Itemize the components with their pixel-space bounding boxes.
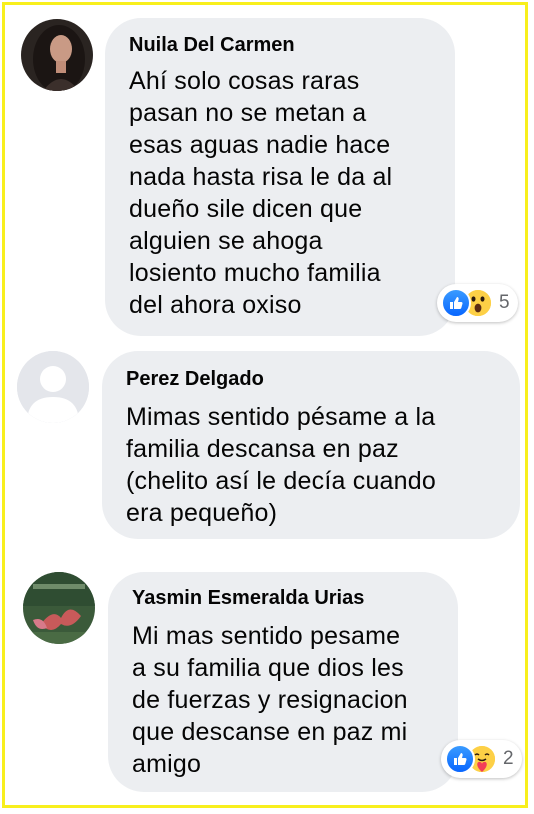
comment-bubble: Nuila Del Carmen Ahí solo cosas raras pa… [105,18,455,336]
reaction-summary[interactable]: 5 [437,284,518,322]
avatar[interactable] [23,572,95,644]
comment-text: Mi mas sentido pesame a su familia que d… [132,622,408,778]
like-icon [441,288,471,318]
screenshot-frame: Nuila Del Carmen Ahí solo cosas raras pa… [2,2,528,808]
avatar[interactable] [17,351,89,423]
comment-author[interactable]: Nuila Del Carmen [129,34,431,57]
avatar[interactable] [21,19,93,91]
reaction-count: 2 [503,748,514,769]
user-photo-woman-icon [21,19,93,91]
like-icon [445,744,475,774]
comment-text: Mimas sentido pésame a la familia descan… [126,403,436,527]
comment-text: Ahí solo cosas raras pasan no se metan a… [129,67,393,319]
reaction-summary[interactable]: 2 [441,740,522,778]
default-user-icon [17,351,89,423]
comment-author[interactable]: Yasmin Esmeralda Urias [132,587,434,610]
comment-bubble: Yasmin Esmeralda Urias Mi mas sentido pe… [108,572,458,792]
comment-author[interactable]: Perez Delgado [126,368,496,391]
comment-bubble: Perez Delgado Mimas sentido pésame a la … [102,351,520,539]
user-photo-butterfly-icon [23,572,95,644]
reaction-count: 5 [499,292,510,313]
